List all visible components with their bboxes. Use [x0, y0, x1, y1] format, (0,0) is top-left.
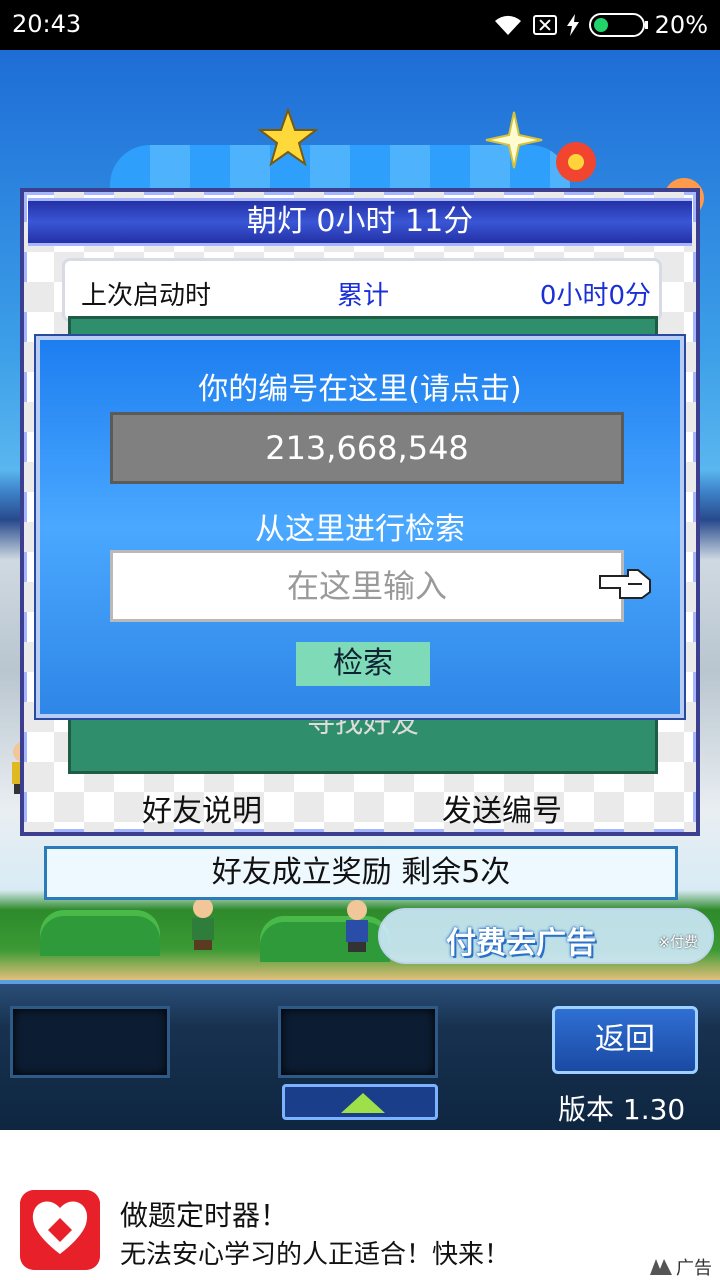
battery-icon [588, 13, 648, 37]
remove-ads-label: 付费去广告 [446, 926, 596, 961]
ad-subtitle: 无法安心学习的人正适合！快来！ [120, 1240, 511, 1270]
villager-sprite [346, 900, 368, 952]
status-bar: 20:43 20% [0, 0, 720, 50]
pinduoduo-logo-icon [20, 1190, 100, 1270]
send-id-link[interactable]: 发送编号 [442, 786, 562, 830]
expand-up-button[interactable] [282, 1084, 438, 1120]
battery-percent: 20% [654, 11, 708, 39]
ad-label: 广告 [676, 1258, 712, 1279]
ad-mark: 广告 [650, 1254, 712, 1280]
friend-explanation-link[interactable]: 好友说明 [142, 786, 262, 830]
friend-reward-bar: 好友成立奖励 剩余5次 [44, 846, 678, 900]
back-button[interactable]: 返回 [552, 1006, 698, 1074]
sim-off-icon [532, 15, 557, 35]
charging-bolt-icon [566, 14, 579, 36]
star-icon [258, 108, 318, 167]
search-button[interactable]: 检索 [296, 642, 430, 686]
total-time-value: 0小时0分 [539, 281, 651, 311]
ad-title: 做题定时器！ [120, 1199, 289, 1232]
ad-banner[interactable]: 做题定时器！ 无法安心学习的人正适合！快来！ 广告 [0, 1130, 720, 1280]
sparkle-icon [485, 111, 543, 169]
flower-icon [556, 142, 596, 182]
empty-slot[interactable] [10, 1006, 170, 1078]
status-icons: 20% [493, 9, 708, 41]
player-id-box[interactable]: 213,668,548 [110, 412, 624, 484]
window-links: 好友说明 发送编号 [24, 782, 696, 832]
ad-network-icon [650, 1259, 672, 1275]
pointing-hand-icon [599, 569, 651, 599]
search-heading: 从这里进行检索 [255, 512, 465, 547]
status-time: 20:43 [12, 10, 82, 38]
villager-sprite [192, 898, 214, 950]
play-stats-box: 上次启动时 累计 0小时0分 [62, 258, 662, 322]
up-arrow-icon [341, 1093, 385, 1113]
version-label: 版本 1.30 [558, 1093, 686, 1126]
id-heading: 你的编号在这里(请点击) [198, 372, 522, 407]
last-launch-label: 上次启动时 [81, 281, 212, 311]
id-search-popup: 你的编号在这里(请点击) 213,668,548 从这里进行检索 在这里输入 检… [36, 336, 684, 718]
wifi-icon [494, 15, 521, 35]
empty-slot[interactable] [278, 1006, 438, 1078]
search-input[interactable]: 在这里输入 [110, 550, 624, 622]
remove-ads-button[interactable]: 付费去广告 ※付费 [378, 908, 714, 964]
bush [40, 910, 160, 956]
paid-note: ※付费 [658, 935, 698, 951]
total-label: 累计 [337, 281, 390, 311]
window-title: 朝灯 0小时 11分 [28, 198, 692, 246]
